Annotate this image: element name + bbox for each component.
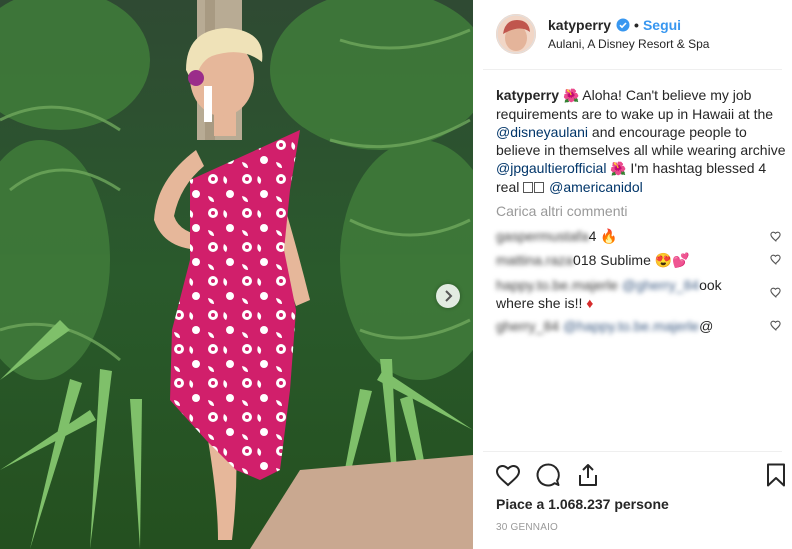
post-header: katyperry • Segui [548,16,681,34]
comment-heart-icon[interactable] [769,319,782,332]
comment-text: ook [699,277,722,293]
comment-emoji: ♦ [586,295,594,311]
verified-badge-icon [616,18,630,32]
comment-heart-icon[interactable] [769,253,782,266]
mention-americanidol[interactable]: @americanidol [549,179,643,195]
comment-item: happy.to.be.majerle @gherry_84ook where … [496,276,766,312]
comment-heart-icon[interactable] [769,286,782,299]
post-side-panel: katyperry • Segui Aulani, A Disney Resor… [473,0,792,549]
bookmark-icon[interactable] [763,462,789,488]
photo-illustration [0,0,473,549]
author-avatar[interactable] [496,14,536,54]
post-photo[interactable] [0,0,473,549]
comment-username[interactable]: happy.to.be.majerle [496,277,618,293]
caption-author[interactable]: katyperry [496,87,559,103]
comment-emoji: 😍💕 [654,252,690,268]
comment-text: 4 [588,228,597,244]
comment-username[interactable]: gaspermustafa [496,228,589,244]
post-date: 30 GENNAIO [496,522,559,533]
location-link[interactable]: Aulani, A Disney Resort & Spa [548,37,709,51]
avatar-image [496,14,536,54]
header-divider [483,69,782,70]
load-more-comments-link[interactable]: Carica altri commenti [496,203,627,219]
comment-username[interactable]: gherry_84 [496,318,559,334]
comment-mention[interactable]: @gherry_84 [622,277,699,293]
separator-dot: • [634,17,639,33]
actions-divider [483,451,782,452]
comment-mention[interactable]: @happy.to.be.majerle [563,318,699,334]
comment-text: 018 Sublime [573,252,651,268]
share-icon[interactable] [575,462,601,488]
next-image-button[interactable] [436,284,460,308]
author-username[interactable]: katyperry [548,17,611,33]
hibiscus-emoji-2: 🌺 [610,161,627,176]
comment-icon[interactable] [535,462,561,488]
comment-text-line2: where she is!! [496,295,583,311]
chevron-right-icon [445,290,453,302]
comment-item: gherry_84 @happy.to.be.majerle@ [496,317,766,335]
likes-count[interactable]: Piace a 1.068.237 persone [496,496,669,512]
mention-disneyaulani[interactable]: @disneyaulani [496,124,588,140]
mention-jpgaultier[interactable]: @jpgaultierofficial [496,160,606,176]
comment-username[interactable]: mattina.raza [496,252,573,268]
missing-glyph-icon [534,182,545,193]
comment-item: gaspermustafa4 🔥 [496,227,766,245]
post-caption: katyperry 🌺 Aloha! Can't believe my job … [496,86,786,196]
action-bar [495,462,785,488]
follow-button[interactable]: Segui [643,17,681,33]
comment-item: mattina.raza018 Sublime 😍💕 [496,251,766,269]
missing-glyph-icon [523,182,534,193]
comment-emoji: 🔥 [600,228,618,244]
hibiscus-emoji: 🌺 [562,88,580,103]
comment-text: @ [699,318,714,334]
heart-icon[interactable] [495,462,521,488]
comment-heart-icon[interactable] [769,230,782,243]
